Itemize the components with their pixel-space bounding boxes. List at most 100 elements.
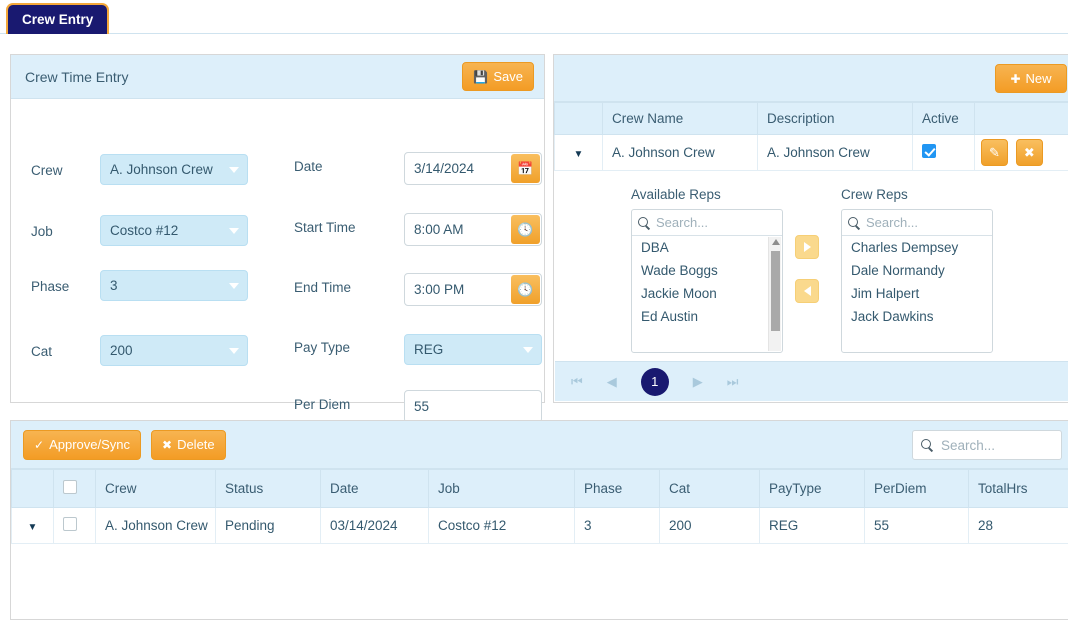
entries-col-paytype[interactable]: PayType [760, 470, 865, 508]
entries-row-date: 03/14/2024 [321, 508, 429, 544]
plus-icon: ✚ [1010, 73, 1020, 85]
chevron-down-icon [229, 228, 239, 234]
start-time-input[interactable]: 8:00 AM 🕓 [404, 213, 542, 246]
list-item[interactable]: Dale Normandy [842, 259, 992, 282]
entries-row-status: Pending [216, 508, 321, 544]
crew-reps-box: Search... Charles Dempsey Dale Normandy … [841, 209, 993, 353]
entries-col-date[interactable]: Date [321, 470, 429, 508]
arrow-right-icon [804, 242, 811, 252]
date-input[interactable]: 3/14/2024 📅 [404, 152, 542, 185]
end-time-input[interactable]: 3:00 PM 🕓 [404, 273, 542, 306]
crew-grid-col-description[interactable]: Description [758, 103, 913, 135]
chevron-down-icon [229, 348, 239, 354]
tab-crew-entry[interactable]: Crew Entry [6, 3, 109, 34]
active-checkbox[interactable] [922, 144, 936, 158]
crew-grid-col-active[interactable]: Active [913, 103, 975, 135]
row-checkbox[interactable] [63, 517, 77, 531]
scrollbar-thumb[interactable] [771, 251, 780, 331]
cat-field-label: Cat [31, 344, 52, 359]
time-entries-table: Crew Status Date Job Phase Cat PayType P… [11, 469, 1068, 544]
list-item[interactable]: Charles Dempsey [842, 236, 992, 259]
entries-header-row: Crew Status Date Job Phase Cat PayType P… [12, 470, 1068, 508]
clock-icon[interactable]: 🕓 [511, 215, 540, 244]
job-field-label: Job [31, 224, 53, 239]
entries-col-expander [12, 470, 54, 508]
table-row[interactable]: ▼ A. Johnson Crew Pending 03/14/2024 Cos… [12, 508, 1068, 544]
delete-row-button[interactable]: ✖ [1016, 139, 1043, 166]
available-reps-scrollbar[interactable] [768, 237, 781, 351]
list-item[interactable]: Jack Dawkins [842, 305, 992, 328]
prev-page-button[interactable]: ◀ [607, 374, 617, 390]
scroll-up-icon[interactable] [772, 239, 780, 245]
save-button[interactable]: 💾 Save [462, 62, 534, 91]
check-icon: ✓ [34, 439, 44, 451]
entries-col-perdiem[interactable]: PerDiem [865, 470, 969, 508]
move-right-button[interactable] [795, 235, 819, 259]
entries-row-job: Costco #12 [429, 508, 575, 544]
approve-sync-button[interactable]: ✓ Approve/Sync [23, 430, 141, 460]
last-page-button[interactable]: ⏭ [727, 374, 739, 390]
table-row[interactable]: ▼ A. Johnson Crew A. Johnson Crew ✎ ✖ [555, 135, 1068, 171]
entries-row-perdiem: 55 [865, 508, 969, 544]
end-time-field-label: End Time [294, 280, 351, 295]
calendar-icon[interactable]: 📅 [511, 154, 540, 183]
entries-row-expander[interactable]: ▼ [12, 508, 54, 544]
crew-row-expander[interactable]: ▼ [555, 135, 603, 171]
entries-col-status[interactable]: Status [216, 470, 321, 508]
new-button[interactable]: ✚ New [995, 64, 1067, 93]
crew-grid-col-actions [975, 103, 1068, 135]
edit-row-button[interactable]: ✎ [981, 139, 1008, 166]
list-item[interactable]: Ed Austin [632, 305, 782, 328]
entries-col-phase[interactable]: Phase [575, 470, 660, 508]
list-item[interactable]: Jim Halpert [842, 282, 992, 305]
list-item[interactable]: Jackie Moon [632, 282, 782, 305]
crew-row-crew-name: A. Johnson Crew [603, 135, 758, 171]
crew-field-label: Crew [31, 163, 63, 178]
crew-grid-table: Crew Name Description Active ▼ A. Johnso… [554, 102, 1068, 171]
save-button-label: Save [493, 69, 523, 84]
move-left-button[interactable] [795, 279, 819, 303]
list-item[interactable]: Wade Boggs [632, 259, 782, 282]
entries-row-totalhrs: 28 [969, 508, 1068, 544]
entries-row-crew: A. Johnson Crew [96, 508, 216, 544]
crew-grid-col-crew-name[interactable]: Crew Name [603, 103, 758, 135]
search-icon [921, 439, 933, 451]
available-reps-box: Search... DBA Wade Boggs Jackie Moon Ed … [631, 209, 783, 353]
job-dropdown[interactable]: Costco #12 [100, 215, 248, 246]
chevron-down-icon [229, 167, 239, 173]
entries-search-placeholder: Search... [941, 438, 995, 453]
crew-grid-pager: ⏮ ◀ 1 ▶ ⏭ [555, 361, 1068, 401]
per-diem-input[interactable]: 55 [404, 390, 542, 423]
entries-search-input[interactable]: Search... [912, 430, 1062, 460]
crew-dropdown[interactable]: A. Johnson Crew [100, 154, 248, 185]
available-reps-search-placeholder: Search... [656, 215, 708, 230]
page-number-1[interactable]: 1 [641, 368, 669, 396]
entries-col-totalhrs[interactable]: TotalHrs [969, 470, 1068, 508]
crew-grid-header-row: Crew Name Description Active [555, 103, 1068, 135]
cat-dropdown[interactable]: 200 [100, 335, 248, 366]
chevron-down-icon: ▼ [574, 149, 584, 160]
crew-row-active-checkbox-cell[interactable] [913, 135, 975, 171]
crew-grid-expander-header [555, 103, 603, 135]
select-all-checkbox[interactable] [63, 480, 77, 494]
crew-reps-search[interactable]: Search... [842, 210, 992, 236]
entries-col-select-all[interactable] [54, 470, 96, 508]
tab-strip: Crew Entry [0, 0, 1068, 34]
delete-button[interactable]: ✖ Delete [151, 430, 226, 460]
clock-icon[interactable]: 🕓 [511, 275, 540, 304]
first-page-button[interactable]: ⏮ [571, 374, 583, 390]
entries-row-select[interactable] [54, 508, 96, 544]
time-entries-panel: ✓ Approve/Sync ✖ Delete Search... Crew S… [10, 420, 1068, 620]
available-reps-list: DBA Wade Boggs Jackie Moon Ed Austin [632, 236, 782, 328]
crew-grid-toolbar: ✚ New [554, 55, 1068, 102]
entries-col-cat[interactable]: Cat [660, 470, 760, 508]
phase-dropdown[interactable]: 3 [100, 270, 248, 301]
crew-reps-detail: Available Reps Crew Reps Search... DBA W… [555, 183, 1068, 363]
available-reps-search[interactable]: Search... [632, 210, 782, 236]
next-page-button[interactable]: ▶ [693, 374, 703, 390]
list-item[interactable]: DBA [632, 236, 782, 259]
pay-type-dropdown[interactable]: REG [404, 334, 542, 365]
entries-col-job[interactable]: Job [429, 470, 575, 508]
entries-col-crew[interactable]: Crew [96, 470, 216, 508]
time-entries-toolbar: ✓ Approve/Sync ✖ Delete Search... [11, 421, 1068, 469]
